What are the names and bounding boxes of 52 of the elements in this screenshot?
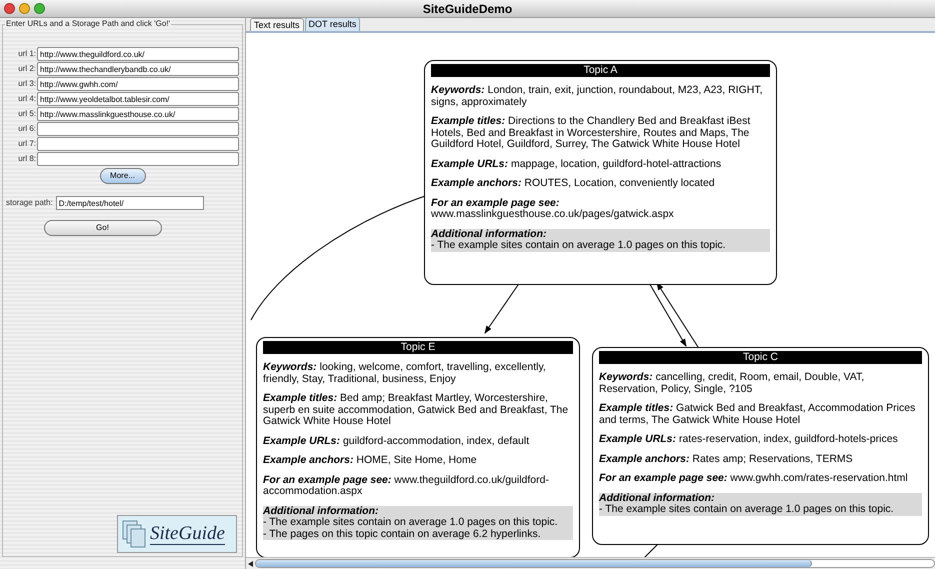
horizontal-scrollbar[interactable] — [246, 557, 935, 569]
url-field[interactable]: http://www.gwhh.com/ — [37, 77, 239, 91]
close-button[interactable] — [4, 3, 15, 14]
more-button[interactable]: More... — [100, 168, 146, 184]
topic-detail: Example titles: Bed amp; Breakfast Martley, Worcestershire, superb en suite accommodation, Gatwick Bed and Breakfast, The Gatwick White House Hotel — [263, 393, 570, 428]
field-label: url 7: — [17, 138, 36, 150]
field-label: url 6: — [17, 123, 36, 135]
field-label: url 8: — [17, 153, 36, 165]
scroll-left-arrow-icon[interactable] — [248, 560, 253, 566]
field-label: url 4: — [17, 93, 36, 105]
topic-detail: Example anchors: ROUTES, Location, conveniently located — [431, 178, 716, 190]
field-label: url 2: — [17, 63, 36, 75]
field-label: storage path: — [6, 197, 53, 209]
topic-detail: For an example page see: www.gwhh.com/rates-reservation.html — [599, 473, 909, 484]
topic-detail: Example anchors: Rates amp; Reservations, TERMS — [599, 454, 854, 465]
zoom-button[interactable] — [34, 3, 45, 14]
topic-detail: Keywords: looking, welcome, comfort, travelling, excellently, friendly, Stay, Traditional, business, Enjoy — [263, 362, 547, 385]
topic-title: Topic E — [263, 341, 573, 354]
documents-icon — [122, 520, 148, 548]
url-field[interactable] — [37, 137, 239, 151]
field-label: url 5: — [17, 108, 36, 120]
tab[interactable]: Text results — [250, 18, 304, 31]
url-field[interactable] — [37, 152, 239, 166]
storage-path-field[interactable]: D:/temp/test/hotel/ — [56, 196, 204, 210]
topic-title: Topic A — [431, 64, 770, 77]
window-title: SiteGuideDemo — [422, 0, 512, 18]
additional-info: Additional information: - The example sites contain on average 1.0 pages on this topic. — [431, 228, 770, 252]
go-button[interactable]: Go! — [44, 220, 162, 236]
tab[interactable]: DOT results — [304, 17, 360, 31]
url-field[interactable]: http://www.masslinkguesthouse.co.uk/ — [37, 107, 239, 121]
url-field[interactable]: http://www.theguildford.co.uk/ — [37, 47, 239, 61]
url-field[interactable]: http://www.yeoldetalbot.tablesir.com/ — [37, 92, 239, 106]
topic-detail: Example URLs: mappage, location, guildford-hotel-attractions — [431, 158, 722, 170]
topic-detail: For an example page see: www.masslinkguesthouse.co.uk/pages/gatwick.aspx — [431, 198, 675, 220]
additional-info: Additional information: - The example sites contain on average 1.0 pages on this topic. - The pages on this topic contain on average 6.2 hyperlinks. — [263, 506, 573, 540]
field-label: url 3: — [17, 78, 36, 90]
topic-title: Topic C — [599, 351, 922, 364]
topic-detail: Example anchors: HOME, Site Home, Home — [263, 455, 478, 466]
topic-detail: Example titles: Directions to the Chandlery Bed and Breakfast iBest Hotels, Bed and Breakfast in Worcestershire, Routes and Maps, The Guildford Hotel, Guildford, Surrey, The Gatwick White House Hotel — [431, 116, 752, 150]
field-label: url 1: — [17, 48, 36, 60]
url-field[interactable]: http://www.thechandlerybandb.co.uk/ — [37, 62, 239, 76]
app-logo: SiteGuide — [117, 515, 237, 553]
additional-info: Additional information: - The example sites contain on average 1.0 pages on this topic. — [599, 492, 922, 516]
url-field[interactable] — [37, 122, 239, 136]
topic-detail: Keywords: cancelling, credit, Room, email, Double, VAT, Reservation, Policy, Single, ?105 — [599, 372, 866, 395]
topic-detail: Example URLs: guildford-accommodation, index, default — [263, 436, 530, 447]
topic-detail: Example URLs: rates-reservation, index, guildford-hotels-prices — [599, 434, 899, 446]
minimize-button[interactable] — [19, 3, 30, 14]
panel-legend: Enter URLs and a Storage Path and click 'Go!' — [5, 19, 172, 29]
topic-detail: Example titles: Gatwick Bed and Breakfast, Accommodation Prices and terms, The Gatwick White House Hotel — [599, 403, 916, 426]
topic-detail: Keywords: London, train, exit, junction, roundabout, M23, A23, RIGHT, signs, approximately — [431, 85, 764, 108]
topic-detail: For an example page see: www.theguildford.co.uk/guildford-accommodation.aspx — [263, 474, 550, 498]
